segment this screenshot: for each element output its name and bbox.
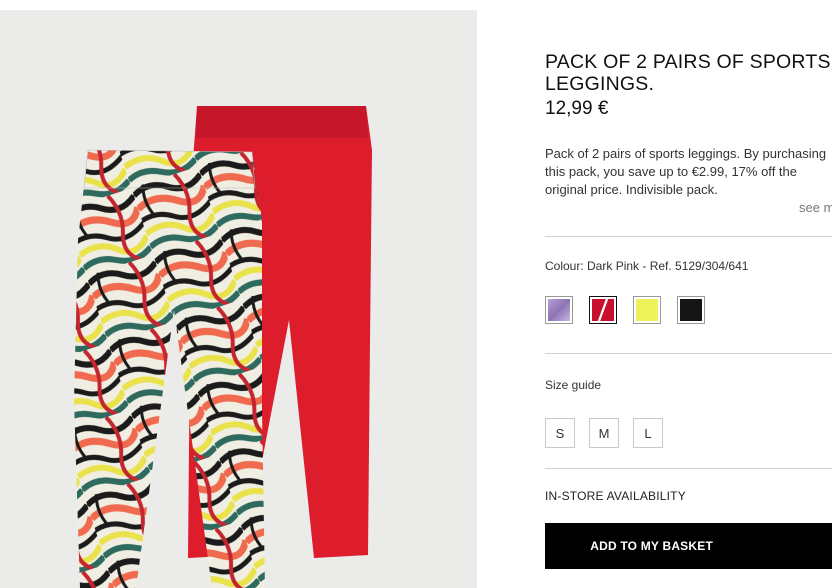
product-details-panel: PACK OF 2 PAIRS OF SPORTS LEGGINGS. 12,9… (545, 0, 832, 588)
leggings-illustration (74, 106, 372, 588)
product-price: 12,99 € (545, 98, 609, 119)
in-store-availability-link[interactable]: IN-STORE AVAILABILITY (545, 489, 686, 503)
see-more-link[interactable]: see more (799, 200, 832, 215)
description-line: original price. Indivisible pack. (545, 182, 718, 197)
size-guide-link[interactable]: Size guide (545, 378, 601, 392)
colour-swatch-red[interactable] (589, 296, 617, 324)
colour-swatch-lilac[interactable] (545, 296, 573, 324)
divider (545, 468, 832, 469)
printed-legging-shape (74, 150, 265, 588)
product-title: PACK OF 2 PAIRS OF SPORTS LEGGINGS. (545, 51, 831, 95)
divider (545, 353, 832, 354)
description-line: this pack, you save up to €2.99, 17% off… (545, 164, 797, 179)
add-to-basket-button[interactable]: ADD TO MY BASKET (545, 523, 832, 569)
product-description: Pack of 2 pairs of sports leggings. By p… (545, 145, 832, 199)
product-image[interactable] (0, 10, 477, 588)
size-option-m[interactable]: M (589, 418, 619, 448)
description-line: Pack of 2 pairs of sports leggings. By p… (545, 146, 827, 161)
divider (545, 236, 832, 237)
colour-swatch-black[interactable] (677, 296, 705, 324)
size-option-l[interactable]: L (633, 418, 663, 448)
colour-reference: Colour: Dark Pink - Ref. 5129/304/641 (545, 259, 749, 273)
colour-swatch-yellow[interactable] (633, 296, 661, 324)
size-option-s[interactable]: S (545, 418, 575, 448)
